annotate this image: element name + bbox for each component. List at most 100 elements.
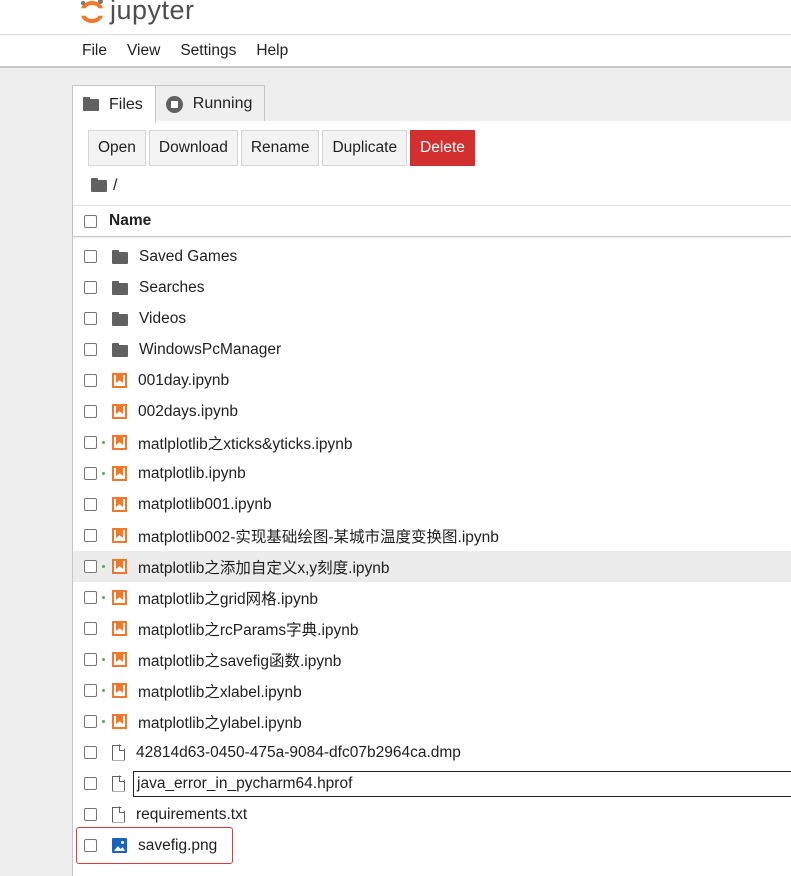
- row-checkbox[interactable]: [84, 684, 97, 697]
- file-name: WindowsPcManager: [139, 340, 282, 358]
- file-row[interactable]: requirements.txt: [73, 799, 791, 830]
- file-name: Searches: [139, 278, 205, 296]
- tab-bar: Files Running: [72, 85, 266, 123]
- file-row[interactable]: Searches: [73, 272, 791, 303]
- select-all-checkbox[interactable]: [84, 214, 97, 228]
- running-indicator-icon: [102, 565, 105, 568]
- tab-running[interactable]: Running: [155, 85, 266, 122]
- file-icon: [112, 744, 125, 761]
- row-checkbox[interactable]: [84, 808, 97, 821]
- file-icon: [112, 806, 125, 823]
- row-checkbox[interactable]: [84, 374, 97, 387]
- tab-files[interactable]: Files: [72, 85, 156, 123]
- file-row[interactable]: 001day.ipynb: [73, 365, 791, 396]
- running-indicator-icon: [102, 689, 105, 692]
- file-row[interactable]: Saved Games: [73, 241, 791, 272]
- file-row[interactable]: matplotlib.ipynb: [73, 458, 791, 489]
- folder-icon[interactable]: [91, 178, 107, 192]
- row-checkbox[interactable]: [84, 436, 97, 449]
- file-row[interactable]: matplotlib之添加自定义x,y刻度.ipynb: [73, 551, 791, 582]
- row-checkbox[interactable]: [84, 405, 97, 418]
- row-checkbox[interactable]: [84, 498, 97, 511]
- breadcrumb: /: [91, 177, 117, 195]
- row-checkbox[interactable]: [84, 622, 97, 635]
- file-row[interactable]: 42814d63-0450-475a-9084-dfc07b2964ca.dmp: [73, 737, 791, 768]
- duplicate-button[interactable]: Duplicate: [322, 130, 408, 166]
- file-row[interactable]: matplotlib之rcParams字典.ipynb: [73, 613, 791, 644]
- file-icon: [112, 775, 125, 792]
- file-row[interactable]: WindowsPcManager: [73, 334, 791, 365]
- file-row[interactable]: matplotlib之savefig函数.ipynb: [73, 644, 791, 675]
- notebook-icon: [112, 714, 127, 729]
- running-indicator-icon: [102, 658, 105, 661]
- file-name: matplotlib之grid网格.ipynb: [138, 590, 319, 608]
- file-name: 001day.ipynb: [138, 371, 230, 389]
- notebook-icon: [112, 559, 127, 574]
- menu-help[interactable]: Help: [256, 42, 288, 60]
- row-checkbox[interactable]: [84, 839, 97, 852]
- breadcrumb-path[interactable]: /: [113, 177, 117, 195]
- jupyter-logo-icon: [80, 0, 104, 25]
- file-row[interactable]: 002days.ipynb: [73, 396, 791, 427]
- row-checkbox[interactable]: [84, 560, 97, 573]
- running-indicator-icon: [102, 720, 105, 723]
- folder-icon: [112, 311, 128, 326]
- row-checkbox[interactable]: [84, 653, 97, 666]
- file-row[interactable]: matplotlib之ylabel.ipynb: [73, 706, 791, 737]
- file-name: 42814d63-0450-475a-9084-dfc07b2964ca.dmp: [136, 743, 461, 761]
- name-column-header[interactable]: Name: [109, 212, 151, 230]
- file-toolbar: Open Download Rename Duplicate Delete: [88, 130, 478, 166]
- row-checkbox[interactable]: [84, 715, 97, 728]
- file-name: matplotlib之添加自定义x,y刻度.ipynb: [138, 559, 390, 577]
- row-checkbox[interactable]: [84, 591, 97, 604]
- file-name: matplotlib之ylabel.ipynb: [138, 714, 302, 732]
- row-checkbox[interactable]: [84, 343, 97, 356]
- file-row[interactable]: matplotlib之xlabel.ipynb: [73, 675, 791, 706]
- file-name: Saved Games: [139, 247, 238, 265]
- menu-bar: File View Settings Help: [0, 35, 791, 68]
- notebook-icon: [112, 435, 127, 450]
- file-row[interactable]: savefig.png: [73, 827, 791, 864]
- file-name: requirements.txt: [136, 805, 248, 823]
- file-browser-panel: Open Download Rename Duplicate Delete / …: [72, 121, 791, 876]
- folder-icon: [112, 249, 128, 264]
- menu-view[interactable]: View: [127, 42, 160, 60]
- file-row[interactable]: matplotlib002-实现基础绘图-某城市温度变换图.ipynb: [73, 520, 791, 551]
- row-checkbox[interactable]: [84, 777, 97, 790]
- file-name: matplotlib001.ipynb: [138, 495, 272, 513]
- file-row[interactable]: Videos: [73, 303, 791, 334]
- rename-input[interactable]: java_error_in_pycharm64.hprof: [133, 770, 791, 797]
- file-name: Videos: [139, 309, 187, 327]
- file-name: 002days.ipynb: [138, 402, 238, 420]
- notebook-icon: [112, 373, 127, 388]
- notebook-icon: [112, 652, 127, 667]
- row-checkbox[interactable]: [84, 746, 97, 759]
- file-name: matplotlib之xlabel.ipynb: [138, 683, 302, 701]
- list-header: Name: [73, 205, 791, 237]
- menu-file[interactable]: File: [82, 42, 107, 60]
- menu-settings[interactable]: Settings: [180, 42, 236, 60]
- running-icon: [165, 95, 183, 113]
- row-checkbox[interactable]: [84, 529, 97, 542]
- running-indicator-icon: [102, 472, 105, 475]
- folder-icon: [83, 96, 99, 111]
- row-checkbox[interactable]: [84, 281, 97, 294]
- open-button[interactable]: Open: [88, 130, 146, 166]
- jupyter-logo[interactable]: jupyter: [80, 0, 195, 28]
- notebook-icon: [112, 683, 127, 698]
- row-checkbox[interactable]: [84, 312, 97, 325]
- delete-button[interactable]: Delete: [410, 130, 475, 166]
- row-checkbox[interactable]: [84, 467, 97, 480]
- file-row[interactable]: matlplotlib之xticks&yticks.ipynb: [73, 427, 791, 458]
- row-checkbox[interactable]: [84, 250, 97, 263]
- notebook-icon: [112, 621, 127, 636]
- rename-button[interactable]: Rename: [240, 130, 320, 166]
- file-list: PostmanSaved GamesSearchesVideosWindowsP…: [73, 219, 791, 876]
- file-row[interactable]: matplotlib001.ipynb: [73, 489, 791, 520]
- top-bar: jupyter: [0, 0, 791, 35]
- file-row[interactable]: matplotlib之grid网格.ipynb: [73, 582, 791, 613]
- file-name: savefig.png: [138, 836, 218, 854]
- file-name: matplotlib之rcParams字典.ipynb: [138, 621, 359, 639]
- download-button[interactable]: Download: [148, 130, 238, 166]
- file-row[interactable]: java_error_in_pycharm64.hprof: [73, 768, 791, 799]
